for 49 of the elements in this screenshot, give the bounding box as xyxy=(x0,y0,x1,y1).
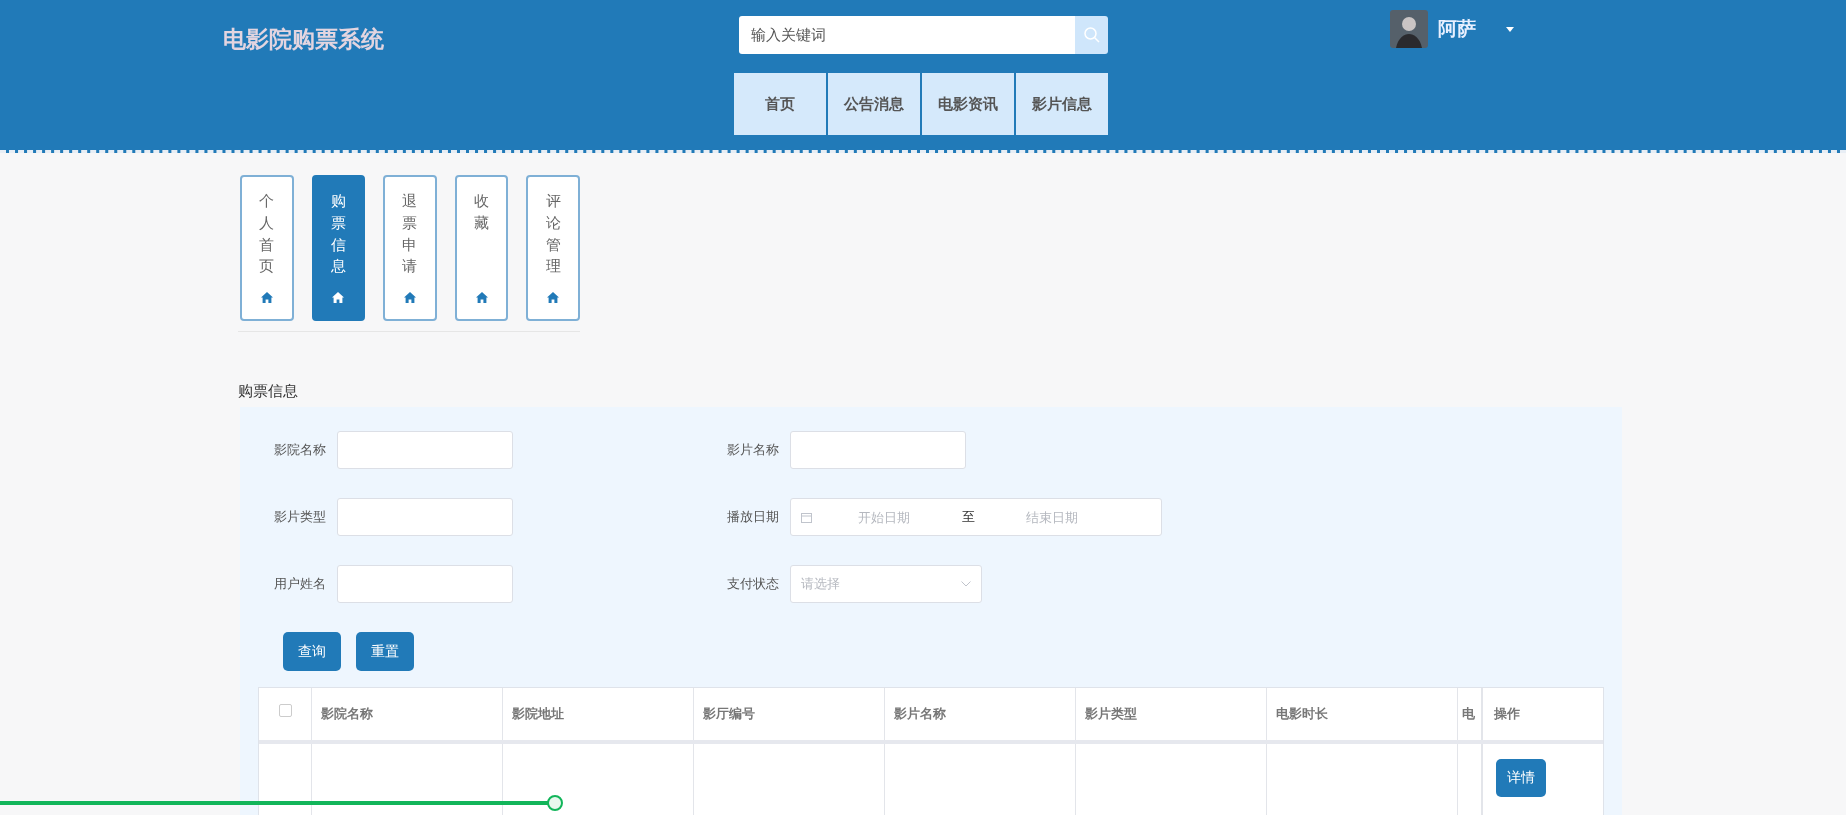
input-field[interactable] xyxy=(337,565,513,603)
house-icon xyxy=(404,292,416,303)
search-icon xyxy=(1082,26,1101,44)
nav-link[interactable]: 电影资讯 xyxy=(922,73,1014,135)
search-button[interactable] xyxy=(1075,16,1108,54)
house-icon xyxy=(475,292,488,303)
input-field[interactable] xyxy=(337,498,513,536)
input-field[interactable] xyxy=(790,431,966,469)
section-title: 购票信息 xyxy=(238,382,299,401)
input-field[interactable] xyxy=(337,431,513,469)
end-date-field[interactable]: 结束日期 xyxy=(980,508,1124,526)
site-title: 电影院购票系统 xyxy=(223,25,385,54)
avatar-icon[interactable] xyxy=(1390,10,1428,48)
side-tab[interactable]: 购票信息 xyxy=(311,175,366,321)
column-header: 影片类型 xyxy=(1085,705,1137,723)
field-label: 支付状态 xyxy=(726,575,779,593)
side-tab[interactable]: 评论管理 xyxy=(526,175,580,321)
details-button[interactable]: 详情 xyxy=(1496,759,1546,797)
calendar-icon xyxy=(801,511,812,523)
column-header: 操作 xyxy=(1494,705,1520,723)
caret-icon[interactable] xyxy=(1506,26,1514,32)
field-label: 影院名称 xyxy=(273,441,326,459)
side-tab[interactable]: 收藏 xyxy=(454,175,509,321)
field-label: 用户姓名 xyxy=(273,575,326,593)
action-button[interactable]: 重置 xyxy=(356,632,414,671)
field-label: 影片名称 xyxy=(726,441,779,459)
nav-link[interactable]: 公告消息 xyxy=(828,73,920,135)
user-name[interactable]: 阿萨 xyxy=(1438,16,1476,42)
house-icon xyxy=(332,292,345,303)
column-header: 电 xyxy=(1462,705,1475,723)
side-tab[interactable]: 个人首页 xyxy=(240,175,294,321)
start-date-field[interactable]: 开始日期 xyxy=(812,508,956,526)
field-label: 影片类型 xyxy=(273,508,326,526)
field-label: 播放日期 xyxy=(726,508,779,526)
house-icon xyxy=(260,292,273,303)
nav-link[interactable]: 首页 xyxy=(734,73,826,135)
side-tab[interactable]: 退票申请 xyxy=(383,175,437,321)
column-header: 影片名称 xyxy=(894,705,946,723)
house-icon xyxy=(547,292,560,303)
column-header: 电影时长 xyxy=(1276,705,1328,723)
search-field[interactable]: 输入关键词 xyxy=(739,16,1075,54)
column-header: 影院地址 xyxy=(512,705,564,723)
nav-link[interactable]: 影片信息 xyxy=(1016,73,1108,135)
column-header: 影院名称 xyxy=(321,705,373,723)
range-separator: 至 xyxy=(960,508,976,526)
column-header: 影厅编号 xyxy=(703,705,755,723)
checkbox[interactable] xyxy=(278,704,292,717)
chevron-icon xyxy=(961,581,971,587)
action-button[interactable]: 查询 xyxy=(283,632,341,671)
